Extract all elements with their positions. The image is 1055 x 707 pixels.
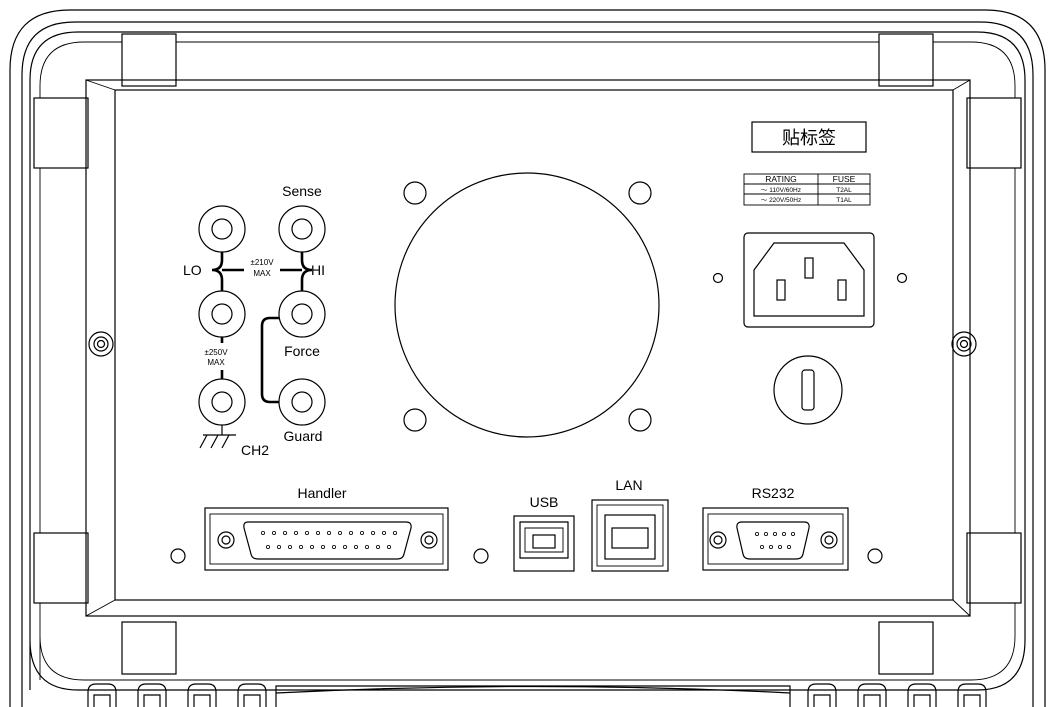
rating-row-1-fuse: T2AL — [836, 187, 852, 194]
max-210-unit-label: MAX — [253, 269, 271, 278]
ground-icon — [199, 425, 236, 449]
terminal-hi-sense[interactable] — [278, 205, 326, 253]
max-210-label: ±210V — [250, 258, 274, 267]
casing-inner-edge — [21, 21, 1034, 707]
lan-label: LAN — [615, 477, 642, 493]
fan-mount-hole — [628, 181, 652, 205]
max-250-label: ±250V — [204, 348, 228, 357]
fan-opening — [394, 172, 660, 438]
corner-bracket-top-left — [33, 33, 177, 169]
back-plate — [114, 89, 954, 601]
terminal-lo-force[interactable] — [198, 290, 246, 338]
bezel-frame — [29, 31, 1026, 691]
panel-screw-hole — [170, 548, 186, 564]
terminal-ch2[interactable] — [198, 378, 246, 426]
ch2-label: CH2 — [241, 442, 269, 458]
corner-bracket-bottom-left — [33, 532, 177, 675]
lan-port[interactable] — [591, 499, 669, 572]
terminal-hi-force[interactable] — [278, 290, 326, 338]
force-guard-link — [260, 316, 279, 404]
inlet-screw-hole — [712, 272, 724, 284]
lo-link — [211, 252, 224, 291]
fan-mount-hole — [403, 408, 427, 432]
panel-screw-hole — [867, 548, 883, 564]
sense-label: Sense — [282, 183, 322, 199]
rating-row-1-voltage: ～ 110V/60Hz — [761, 187, 801, 194]
force-label: Force — [284, 343, 320, 359]
bezel-frame-inner — [39, 41, 1016, 681]
fuse-holder[interactable] — [773, 355, 843, 425]
max-250-unit-label: MAX — [207, 358, 225, 367]
fuse-header: FUSE — [833, 174, 856, 184]
label-box-text: 贴标签 — [782, 128, 836, 148]
hi-label: HI — [311, 262, 325, 278]
terminal-guard[interactable] — [278, 378, 326, 426]
fan-mount-hole — [403, 181, 427, 205]
rating-table: RATING FUSE ～ 110V/60Hz T2AL ～ 220V/50Hz… — [743, 173, 871, 206]
rs232-label: RS232 — [752, 485, 795, 501]
fan-mount-hole — [628, 408, 652, 432]
rating-header: RATING — [765, 174, 796, 184]
outer-casing — [9, 9, 1046, 707]
lo-label: LO — [183, 262, 202, 278]
mounting-screw-right — [951, 331, 977, 357]
guard-label: Guard — [284, 428, 323, 444]
handler-port[interactable] — [204, 507, 449, 571]
bottom-feet — [87, 683, 987, 707]
corner-bracket-top-right — [878, 33, 1022, 169]
rating-row-2-fuse: T1AL — [836, 197, 852, 204]
mounting-screw-left — [88, 331, 114, 357]
usb-label: USB — [530, 494, 559, 510]
instrument-rear-panel: 贴标签 RATING FUSE ～ 110V/60Hz T2AL ～ 220V/… — [9, 9, 1046, 707]
terminal-lo-sense[interactable] — [198, 205, 246, 253]
corner-bracket-bottom-right — [878, 532, 1022, 675]
rating-row-2-voltage: ～ 220V/50Hz — [761, 197, 801, 204]
handler-label: Handler — [297, 485, 346, 501]
panel-screw-hole — [473, 548, 489, 564]
usb-port[interactable] — [513, 515, 575, 572]
inlet-screw-hole — [896, 272, 908, 284]
rs232-port[interactable] — [702, 507, 849, 571]
ac-power-inlet[interactable] — [743, 232, 875, 328]
